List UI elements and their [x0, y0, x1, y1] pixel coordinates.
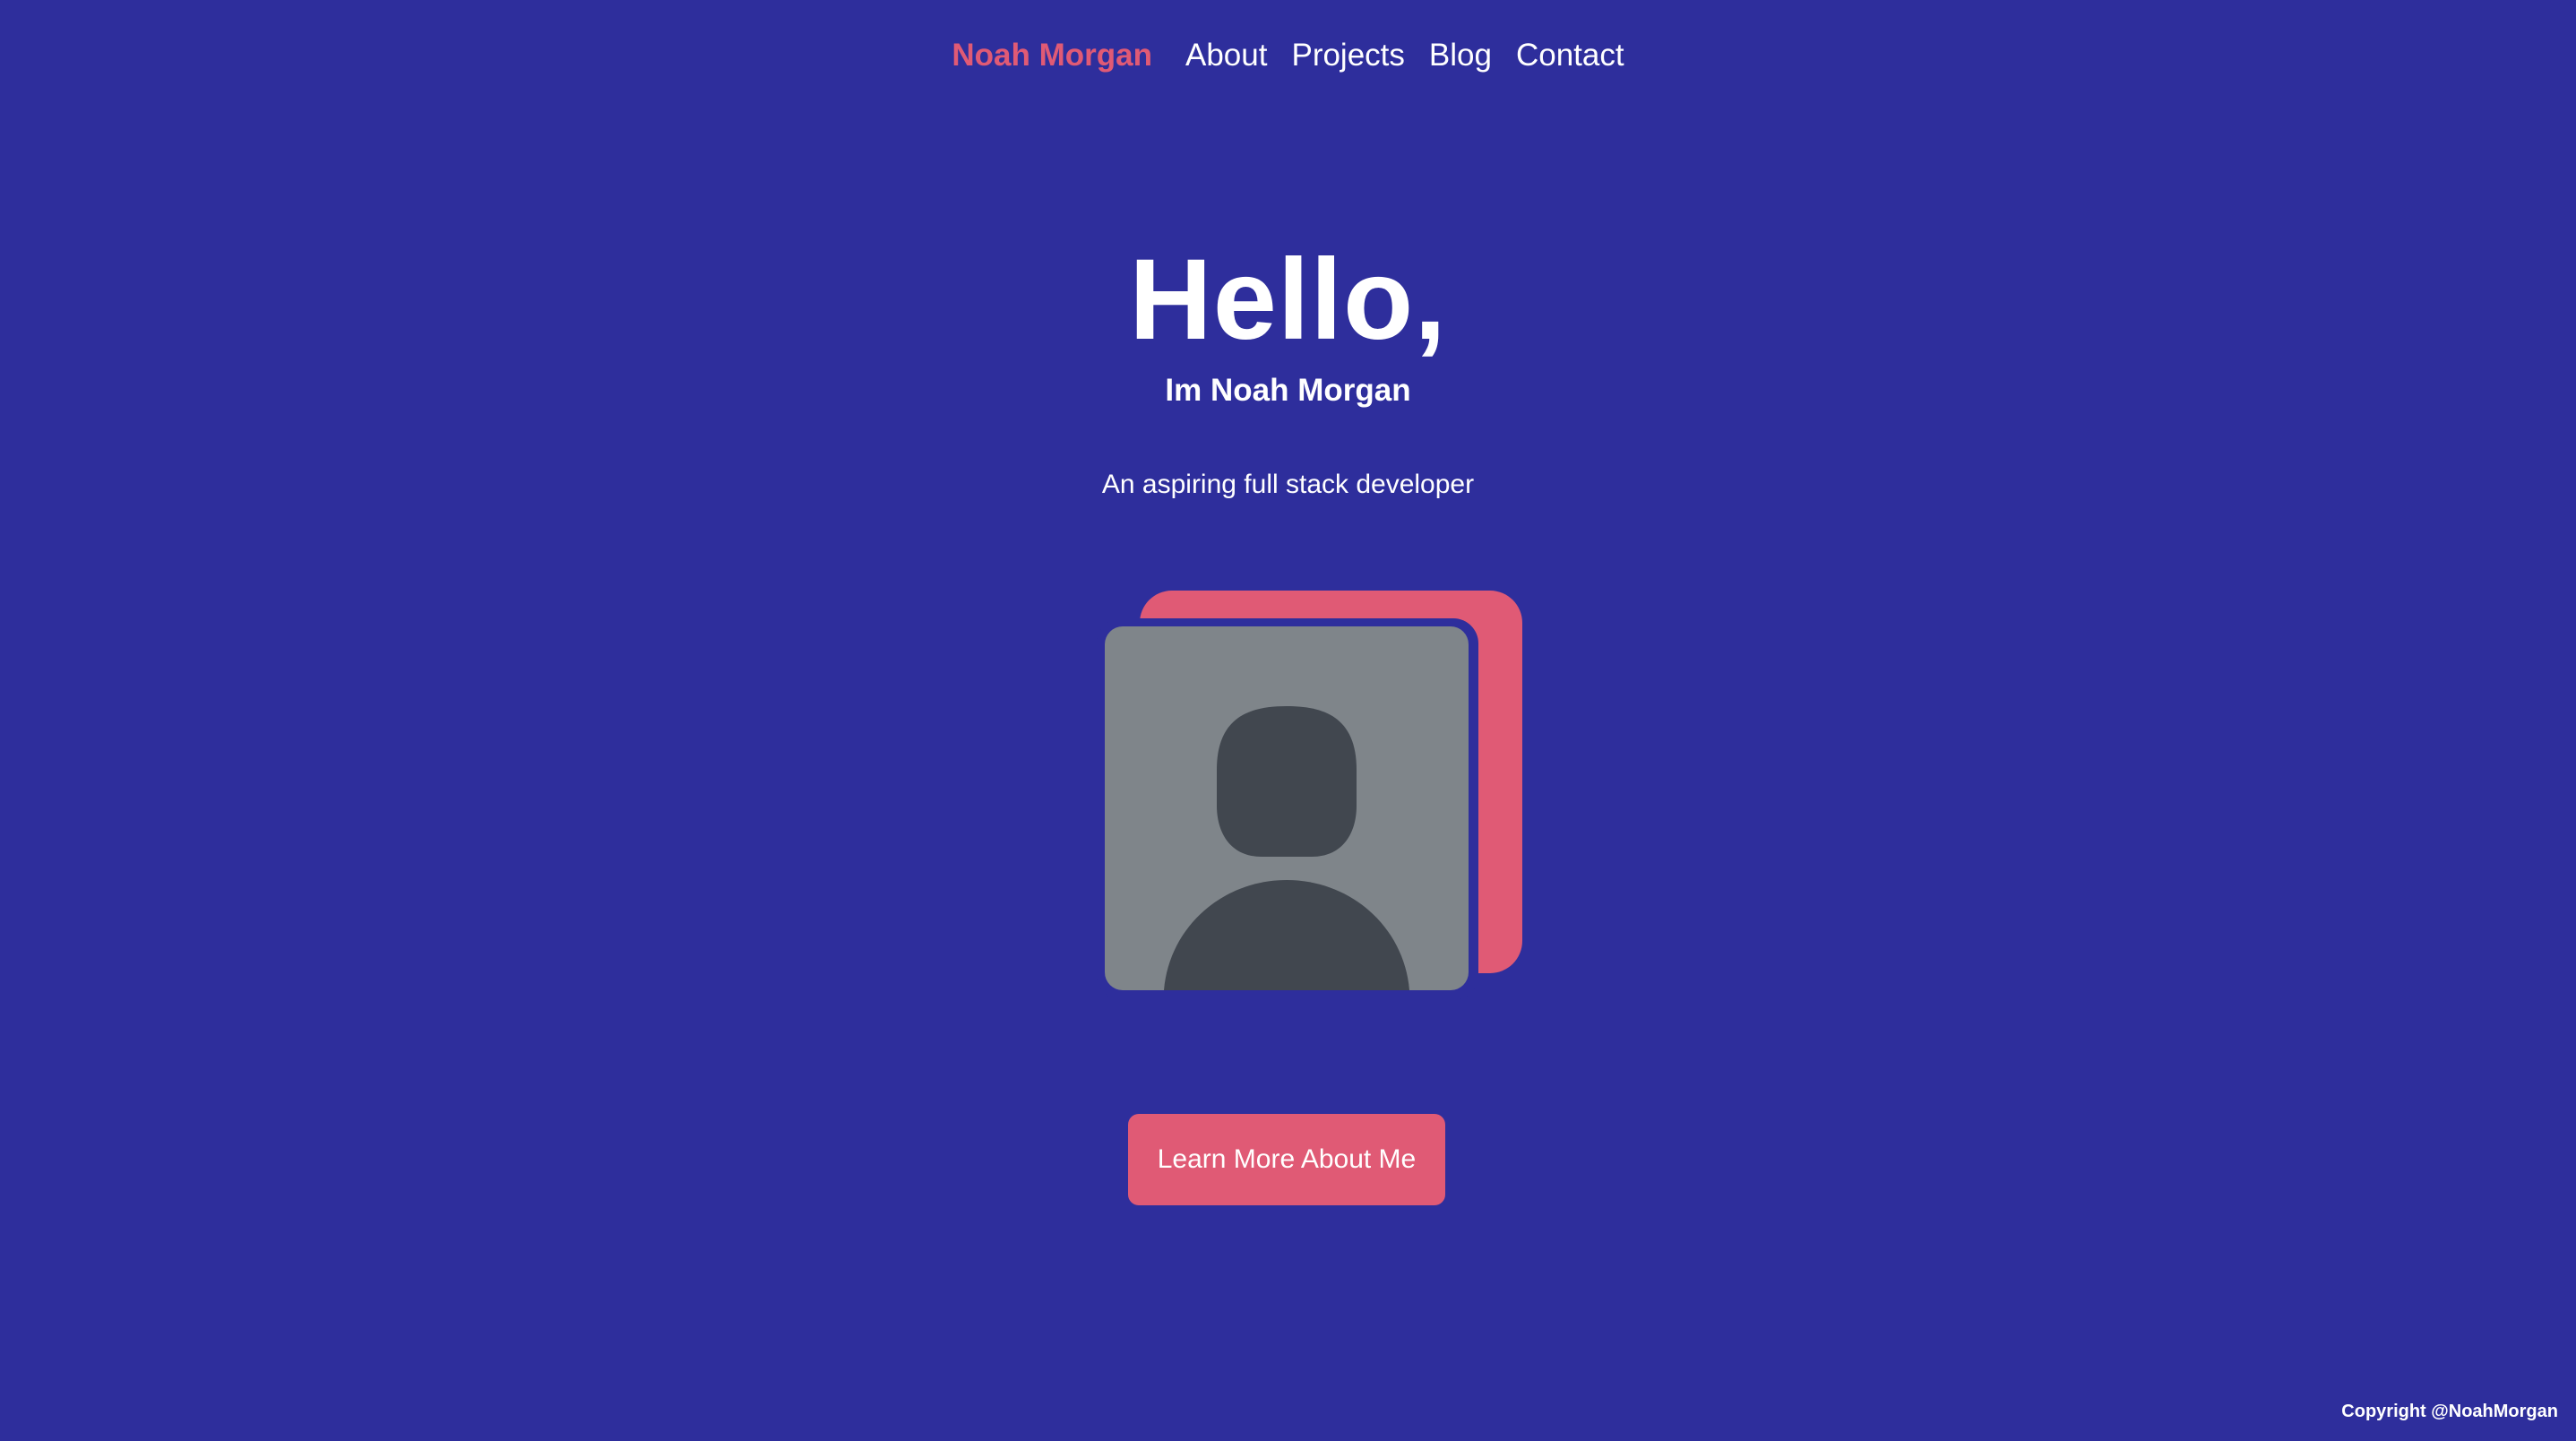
nav-link-blog[interactable]: Blog	[1429, 32, 1492, 79]
hero-title: Hello,	[1129, 236, 1447, 364]
nav-link-projects[interactable]: Projects	[1291, 32, 1404, 79]
avatar-placeholder-icon	[1164, 706, 1409, 990]
top-nav: Noah Morgan About Projects Blog Contact	[0, 32, 2576, 79]
brand-link[interactable]: Noah Morgan	[952, 32, 1152, 79]
hero-tagline: An aspiring full stack developer	[1101, 470, 1475, 499]
hero-subtitle: Im Noah Morgan	[1165, 373, 1411, 408]
footer-copyright: Copyright @NoahMorgan	[2341, 1402, 2558, 1421]
nav-link-contact[interactable]: Contact	[1516, 32, 1624, 79]
nav-link-about[interactable]: About	[1185, 32, 1267, 79]
profile-photo	[1105, 626, 1469, 990]
learn-more-button[interactable]: Learn More About Me	[1128, 1114, 1445, 1205]
